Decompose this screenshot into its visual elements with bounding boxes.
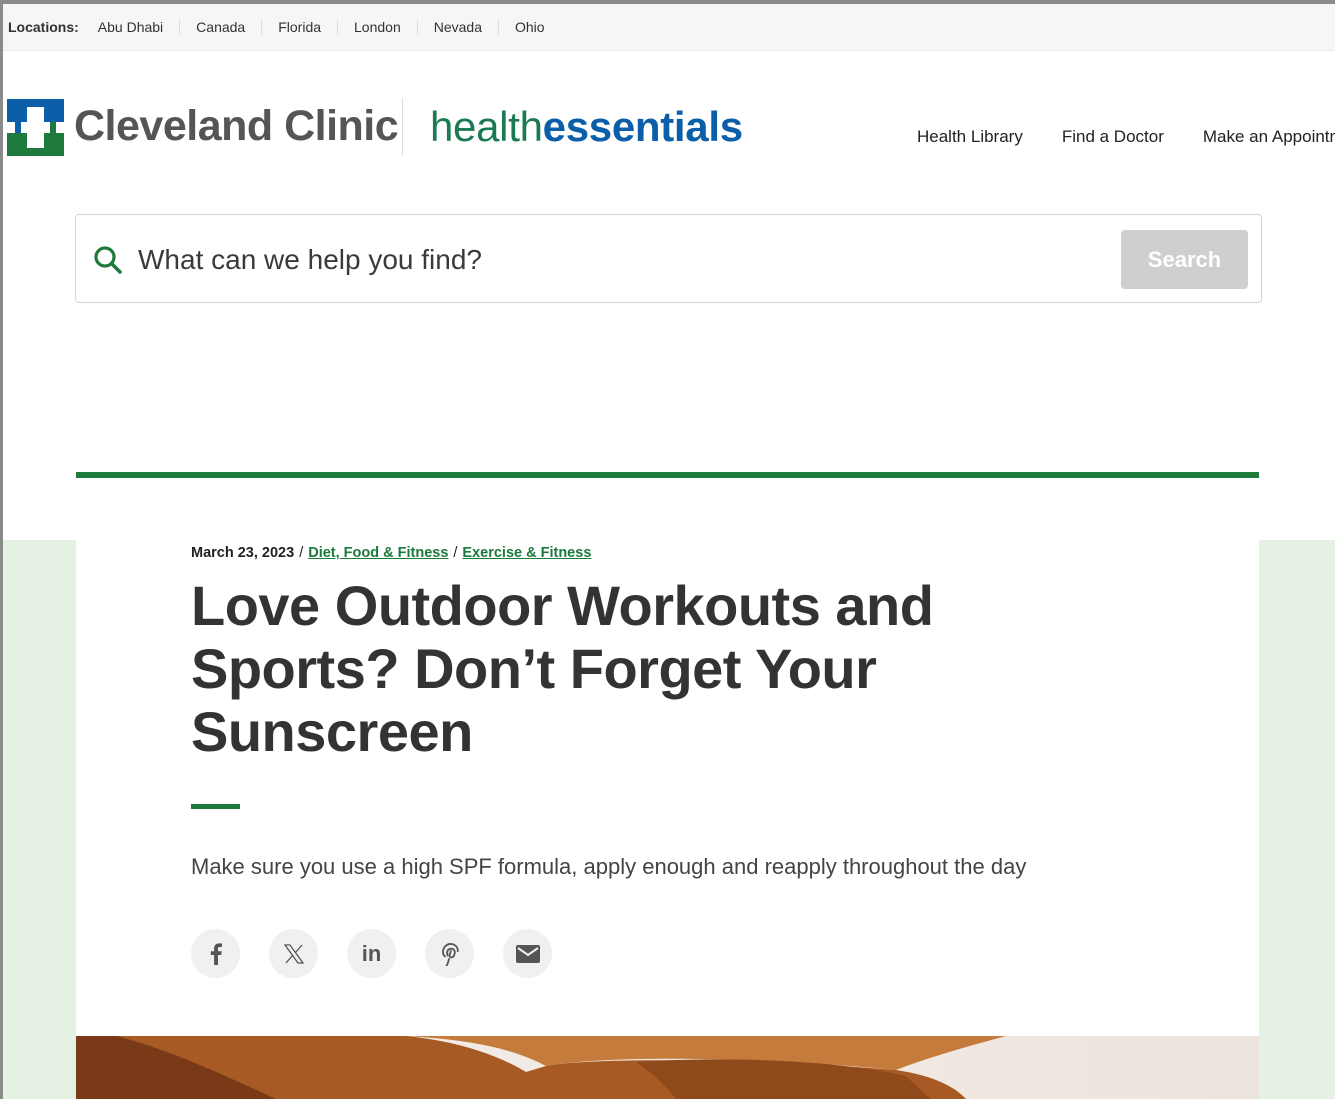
article-background-right <box>1259 540 1335 1099</box>
linkedin-icon: in <box>361 940 382 966</box>
x-icon <box>283 943 304 964</box>
article-meta: March 23, 2023/Diet, Food & Fitness / Exer… <box>191 545 591 561</box>
main-nav: Health Library Find a Doctor Make an App… <box>917 127 1335 147</box>
pinterest-icon <box>441 942 459 966</box>
location-link-nevada[interactable]: Nevada <box>416 19 498 35</box>
cleveland-clinic-logo-icon[interactable] <box>7 99 64 156</box>
share-x-button[interactable] <box>269 929 318 978</box>
header-divider <box>402 98 403 156</box>
article-date: March 23, 2023 <box>191 545 295 561</box>
share-email-button[interactable] <box>503 929 552 978</box>
search-input[interactable] <box>136 235 1100 285</box>
email-icon <box>515 944 540 963</box>
location-link-abu-dhabi[interactable]: Abu Dhabi <box>98 19 179 35</box>
nav-make-an-appointment[interactable]: Make an Appointm <box>1203 127 1335 147</box>
search-box: Search <box>75 214 1262 303</box>
nav-find-a-doctor[interactable]: Find a Doctor <box>1062 127 1164 147</box>
section-divider <box>76 472 1259 478</box>
brand-name[interactable]: Cleveland Clinic <box>74 102 399 151</box>
locations-bar: Locations: Abu Dhabi Canada Florida Lond… <box>3 4 1335 51</box>
location-link-ohio[interactable]: Ohio <box>498 19 561 35</box>
nav-health-library[interactable]: Health Library <box>917 127 1023 147</box>
search-button[interactable]: Search <box>1121 230 1248 289</box>
location-link-london[interactable]: London <box>337 19 417 35</box>
locations-label: Locations: <box>8 19 79 35</box>
location-link-canada[interactable]: Canada <box>179 19 261 35</box>
location-link-florida[interactable]: Florida <box>261 19 337 35</box>
sub-brand-bold: essentials <box>542 103 743 150</box>
article-title: Love Outdoor Workouts and Sports? Don’t … <box>191 574 934 763</box>
title-accent-bar <box>191 804 240 809</box>
category-link-diet-food-fitness[interactable]: Diet, Food & Fitness <box>308 545 448 561</box>
search-icon <box>92 244 124 276</box>
sub-brand-light: health <box>430 103 543 150</box>
health-essentials-logo[interactable]: healthessentials <box>430 103 743 151</box>
meta-separator: / <box>299 545 304 561</box>
category-link-exercise-fitness[interactable]: Exercise & Fitness <box>462 545 591 561</box>
share-pinterest-button[interactable] <box>425 929 474 978</box>
share-buttons: in <box>191 929 581 978</box>
article-hero-image <box>76 1036 1259 1099</box>
article-background-left <box>3 540 76 1099</box>
meta-separator: / <box>453 545 458 561</box>
share-linkedin-button[interactable]: in <box>347 929 396 978</box>
window-frame-left <box>0 0 3 1099</box>
facebook-icon <box>210 942 222 965</box>
article-subtitle: Make sure you use a high SPF formula, ap… <box>191 854 1027 879</box>
share-facebook-button[interactable] <box>191 929 240 978</box>
